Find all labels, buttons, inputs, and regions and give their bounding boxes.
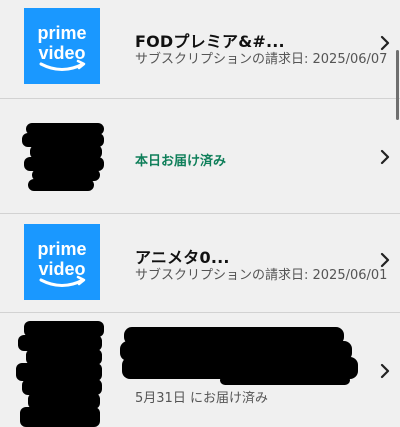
chevron-right-icon[interactable] — [378, 35, 392, 51]
order-row-2[interactable]: 本日お届け済み — [0, 99, 400, 213]
prime-video-thumbnail: prime video — [24, 224, 100, 300]
chevron-right-icon[interactable] — [378, 252, 392, 268]
logo-text-prime: prime — [37, 239, 86, 259]
prime-video-thumbnail: prime video — [24, 8, 100, 84]
redacted-thumbnail — [16, 321, 104, 427]
amazon-smile-icon — [39, 278, 85, 287]
logo-text-prime: prime — [37, 23, 86, 43]
redacted-thumbnail — [22, 123, 104, 191]
billing-date: サブスクリプションの請求日: 2025/06/07 — [135, 52, 388, 67]
order-row-1[interactable]: prime video FODプレミア&#... サブスクリプションの請求日: … — [0, 0, 400, 98]
amazon-smile-icon — [39, 62, 85, 71]
chevron-right-icon[interactable] — [378, 363, 392, 379]
scrollbar[interactable] — [396, 50, 399, 120]
delivery-status: 本日お届け済み — [135, 154, 227, 169]
order-row-3[interactable]: prime video アニメタ0... サブスクリプションの請求日: 2025… — [0, 214, 400, 312]
chevron-right-icon[interactable] — [378, 149, 392, 165]
billing-date: サブスクリプションの請求日: 2025/06/01 — [135, 268, 388, 283]
delivery-date: 5月31日 にお届け済み — [135, 391, 268, 406]
order-row-4[interactable]: 5月31日 にお届け済み — [0, 313, 400, 427]
redacted-title — [120, 327, 358, 385]
